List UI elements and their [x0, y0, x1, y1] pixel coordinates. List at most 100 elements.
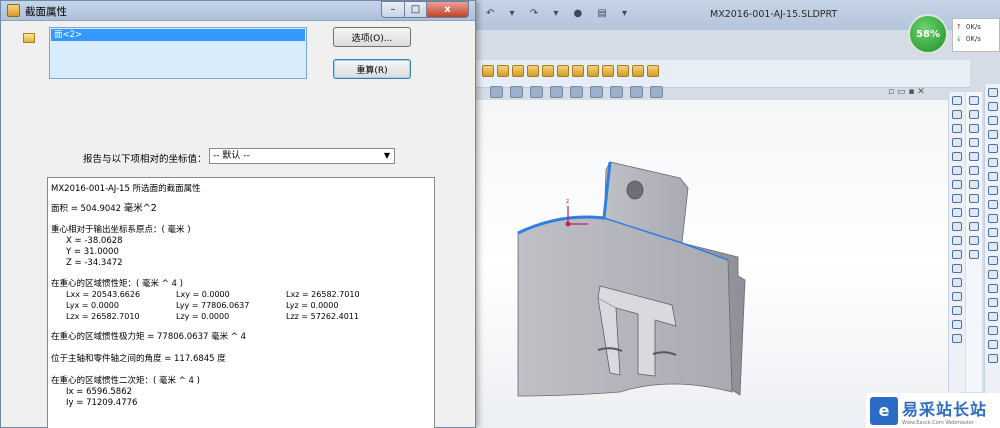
toolbar-icon[interactable]: [482, 65, 494, 77]
section-view-icon[interactable]: [550, 86, 563, 98]
net-speed-panel: 0K/s 0K/s: [952, 18, 1000, 52]
task-icon[interactable]: [952, 124, 962, 133]
toolbar-icon[interactable]: [587, 65, 599, 77]
task-icon[interactable]: [952, 152, 962, 161]
tool-icon[interactable]: [969, 222, 979, 231]
task-icon[interactable]: [952, 264, 962, 273]
watermark-url: Www.Easck.Com Webmaster: [902, 419, 974, 426]
view-toolbar: [490, 86, 663, 98]
task-icon[interactable]: [952, 222, 962, 231]
sketch-icon[interactable]: [987, 354, 998, 363]
task-icon[interactable]: [952, 250, 962, 259]
toolbar-icon[interactable]: [602, 65, 614, 77]
recalculate-button[interactable]: 重算(R): [333, 59, 411, 79]
centroid-heading: 重心相对于输出坐标系原点：( 毫米 ): [51, 225, 191, 235]
maximize-button[interactable]: □: [405, 1, 427, 18]
toolbar-icon[interactable]: [572, 65, 584, 77]
toolbar-icon[interactable]: [632, 65, 644, 77]
tool-icon[interactable]: [969, 236, 979, 245]
tool-icon[interactable]: [969, 208, 979, 217]
zoom-fit-icon[interactable]: [490, 86, 503, 98]
centroid-x: X = -38.0628: [66, 236, 123, 246]
task-icon[interactable]: [952, 110, 962, 119]
previous-view-icon[interactable]: [530, 86, 543, 98]
toolbar-icon[interactable]: [542, 65, 554, 77]
toolbar-icon[interactable]: [557, 65, 569, 77]
sketch-icon[interactable]: [987, 214, 998, 223]
sketch-icon[interactable]: [987, 186, 998, 195]
task-icon[interactable]: [952, 292, 962, 301]
moi-lzz: Lzz = 57262.4011: [286, 312, 359, 321]
task-icon[interactable]: [952, 166, 962, 175]
net-percent-badge[interactable]: 58%: [908, 14, 948, 54]
scene-icon[interactable]: [650, 86, 663, 98]
toolbar-icon[interactable]: [617, 65, 629, 77]
viewport-window-controls[interactable]: ▫ ▭ ▪ ✕: [888, 87, 925, 97]
task-icon[interactable]: [952, 96, 962, 105]
sketch-icon[interactable]: [987, 172, 998, 181]
task-pane-tabs: [948, 92, 965, 392]
coord-system-select[interactable]: -- 默认 -- ▼: [209, 148, 395, 164]
toolbar-icon[interactable]: [497, 65, 509, 77]
hide-show-icon[interactable]: [610, 86, 623, 98]
sketch-icon[interactable]: [987, 144, 998, 153]
sketch-icon[interactable]: [987, 242, 998, 251]
sketch-icon[interactable]: [987, 312, 998, 321]
tool-icon[interactable]: [969, 250, 979, 259]
sketch-icon[interactable]: [987, 130, 998, 139]
moi-lxy: Lxy = 0.0000: [176, 290, 230, 299]
results-panel[interactable]: MX2016-001-AJ-15 所选面的截面属性 面积 = 504.9042 …: [47, 177, 435, 428]
task-icon[interactable]: [952, 306, 962, 315]
tool-icon[interactable]: [969, 110, 979, 119]
net-upload-speed: 0K/s: [956, 21, 996, 33]
sketch-icon[interactable]: [987, 298, 998, 307]
toolbar-icon[interactable]: [647, 65, 659, 77]
dialog-title: 截面属性: [25, 6, 67, 18]
toolbar-icon[interactable]: [527, 65, 539, 77]
task-icon[interactable]: [952, 320, 962, 329]
toolbar-icon[interactable]: [512, 65, 524, 77]
sketch-icon[interactable]: [987, 200, 998, 209]
view-orientation-icon[interactable]: [570, 86, 583, 98]
sketch-icon[interactable]: [987, 158, 998, 167]
task-icon[interactable]: [952, 194, 962, 203]
task-icon[interactable]: [952, 138, 962, 147]
sketch-icon[interactable]: [987, 256, 998, 265]
task-icon[interactable]: [952, 180, 962, 189]
sketch-icon[interactable]: [987, 102, 998, 111]
options-button[interactable]: 选项(O)...: [333, 27, 411, 47]
tool-icon[interactable]: [969, 166, 979, 175]
sketch-icon[interactable]: [987, 326, 998, 335]
tool-icon[interactable]: [969, 138, 979, 147]
display-style-icon[interactable]: [590, 86, 603, 98]
solidworks-window: ↶ ▾ ↷ ▾ ● ▤ ▾ MX2016-001-AJ-15.SLDPRT 58…: [470, 0, 1000, 428]
appearance-icon[interactable]: [630, 86, 643, 98]
quick-access-toolbar[interactable]: ↶ ▾ ↷ ▾ ● ▤ ▾: [486, 8, 633, 19]
moi-lzx: Lzx = 26582.7010: [66, 312, 140, 321]
dialog-title-bar[interactable]: 截面属性 – □ x: [1, 1, 475, 21]
watermark: e 易采站长站 Www.Easck.Com Webmaster: [866, 393, 1000, 428]
tool-icon[interactable]: [969, 194, 979, 203]
minimize-button[interactable]: –: [381, 1, 405, 18]
sketch-icon[interactable]: [987, 228, 998, 237]
selection-item[interactable]: 面<2>: [51, 29, 305, 41]
tool-icon[interactable]: [969, 180, 979, 189]
zoom-area-icon[interactable]: [510, 86, 523, 98]
sketch-icon[interactable]: [987, 116, 998, 125]
task-icon[interactable]: [952, 236, 962, 245]
sketch-icon[interactable]: [987, 284, 998, 293]
graphics-viewport[interactable]: z: [470, 100, 960, 428]
feature-toolbar: [470, 60, 970, 88]
moi-lxz: Lxz = 26582.7010: [286, 290, 360, 299]
sketch-icon[interactable]: [987, 270, 998, 279]
task-icon[interactable]: [952, 334, 962, 343]
selection-list[interactable]: 面<2>: [49, 27, 307, 79]
close-button[interactable]: x: [427, 1, 469, 18]
task-icon[interactable]: [952, 208, 962, 217]
sketch-icon[interactable]: [987, 340, 998, 349]
tool-icon[interactable]: [969, 96, 979, 105]
sketch-icon[interactable]: [987, 88, 998, 97]
task-icon[interactable]: [952, 278, 962, 287]
tool-icon[interactable]: [969, 152, 979, 161]
tool-icon[interactable]: [969, 124, 979, 133]
